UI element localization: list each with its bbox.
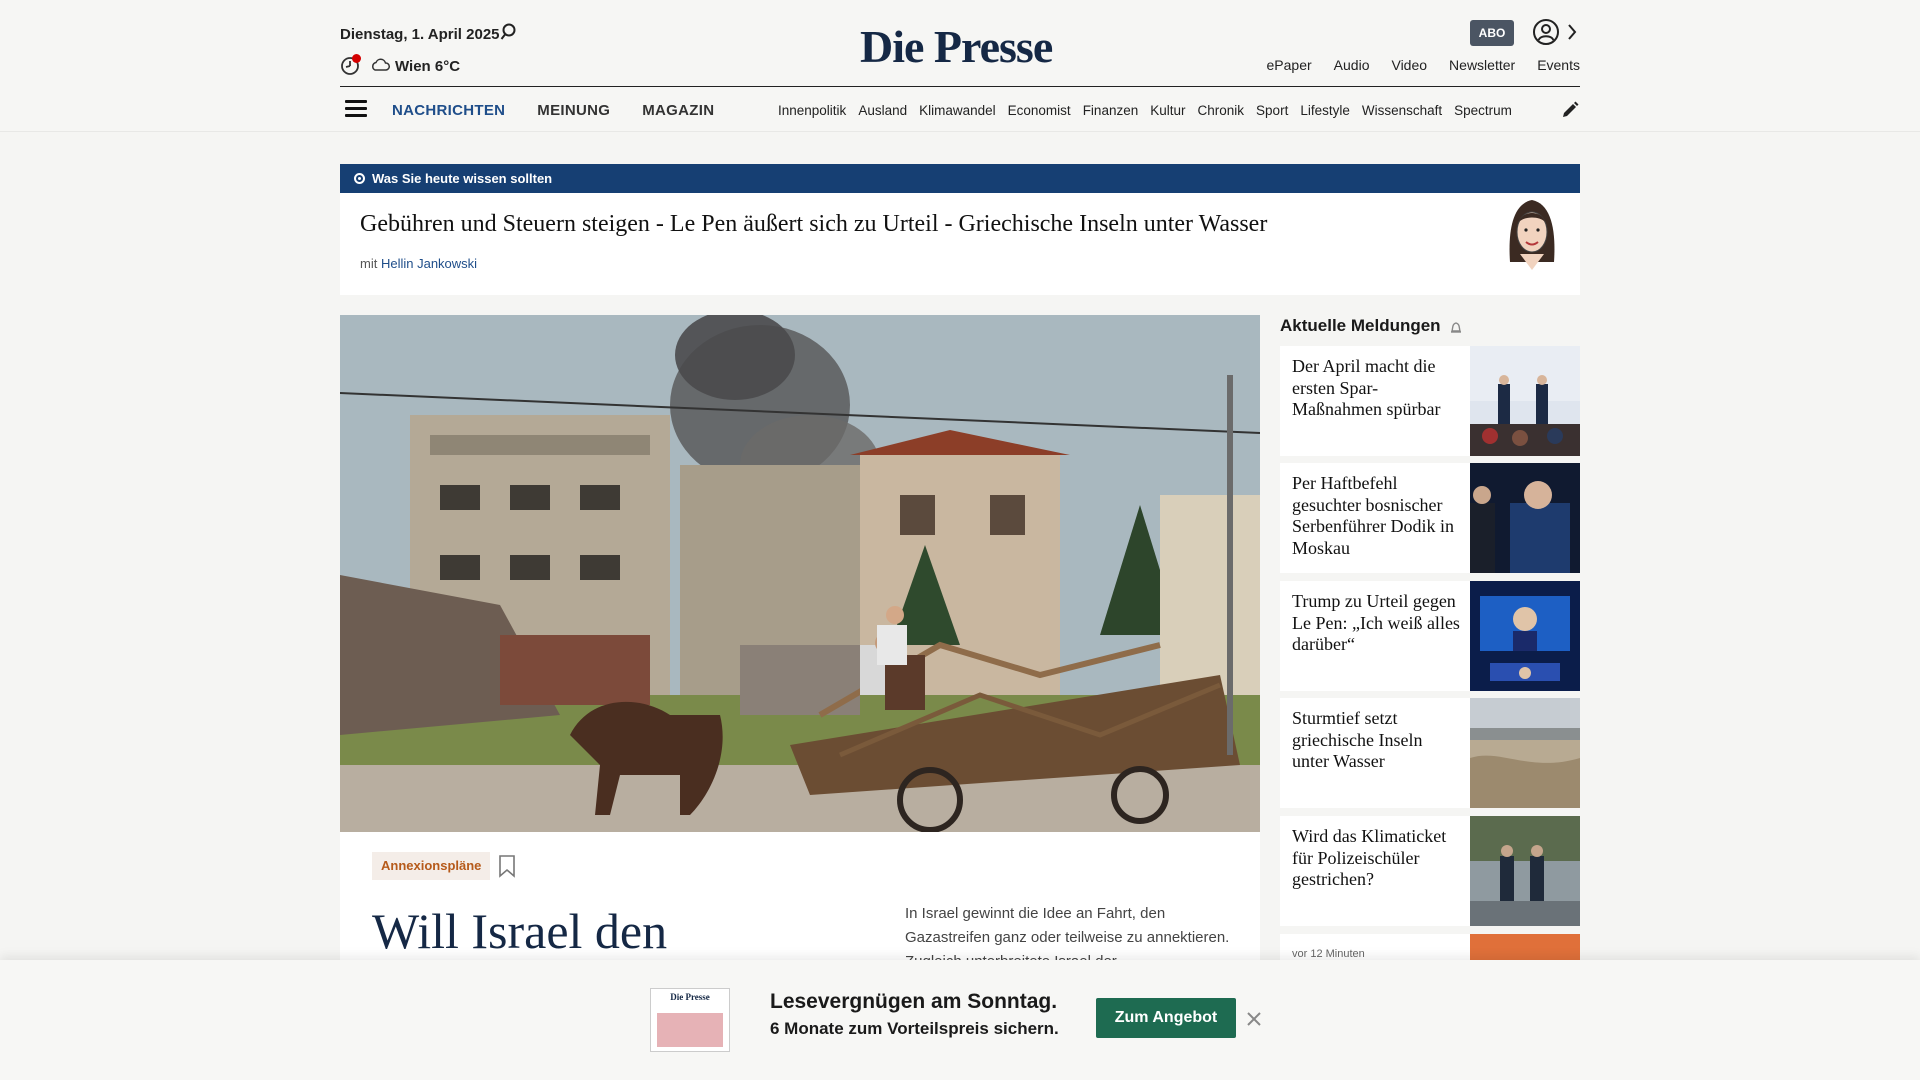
section-klimawandel[interactable]: Klimawandel <box>919 103 996 118</box>
header-inner: Dienstag, 1. April 2025 Wien 6°C Die Pre… <box>340 0 1580 132</box>
site-header: Dienstag, 1. April 2025 Wien 6°C Die Pre… <box>0 0 1920 132</box>
nav-meinung[interactable]: MEINUNG <box>537 102 610 119</box>
abo-button[interactable]: ABO <box>1470 20 1514 46</box>
header-divider <box>340 86 1580 87</box>
section-sport[interactable]: Sport <box>1256 103 1288 118</box>
news-card-title[interactable]: Per Haftbefehl gesuchter bosnischer Serb… <box>1292 473 1462 559</box>
offer-button[interactable]: Zum Angebot <box>1096 998 1236 1038</box>
news-timestamp: vor 12 Minuten <box>1292 948 1365 960</box>
search-icon[interactable] <box>500 22 520 42</box>
hero-photo <box>340 315 1260 832</box>
nav-nachrichten[interactable]: NACHRICHTEN <box>392 102 505 119</box>
article-tag[interactable]: Annexionspläne <box>372 852 491 880</box>
current-date: Dienstag, 1. April 2025 <box>340 26 500 43</box>
cover-image <box>657 1013 723 1047</box>
briefing-author: mit Hellin Jankowski <box>360 256 477 271</box>
chevron-right-icon[interactable] <box>1566 22 1578 42</box>
news-card[interactable]: Der April macht die ersten Spar-Maßnahme… <box>1280 346 1580 456</box>
hero-image[interactable] <box>340 315 1260 832</box>
section-kultur[interactable]: Kultur <box>1150 103 1185 118</box>
news-card-title[interactable]: Sturmtief setzt griechische Inseln unter… <box>1292 708 1462 773</box>
pencil-icon[interactable] <box>1560 100 1580 120</box>
author-prefix: mit <box>360 256 378 271</box>
cloud-icon <box>372 58 390 71</box>
epaper-cover-thumbnail: Die Presse <box>650 988 730 1052</box>
news-card[interactable]: Per Haftbefehl gesuchter bosnischer Serb… <box>1280 463 1580 573</box>
nav-magazin[interactable]: MAGAZIN <box>642 102 714 119</box>
section-economist[interactable]: Economist <box>1008 103 1071 118</box>
section-chronik[interactable]: Chronik <box>1198 103 1245 118</box>
news-thumbnail <box>1470 463 1580 573</box>
bookmark-icon[interactable] <box>498 854 516 878</box>
section-lifestyle[interactable]: Lifestyle <box>1300 103 1350 118</box>
bell-icon[interactable] <box>1448 320 1464 336</box>
hamburger-menu-icon[interactable] <box>345 100 367 118</box>
close-icon[interactable] <box>1245 1010 1263 1028</box>
briefing-bar: Was Sie heute wissen sollten <box>340 164 1580 193</box>
top-links: ePaper Audio Video Newsletter Events <box>1267 57 1580 73</box>
section-wissenschaft[interactable]: Wissenschaft <box>1362 103 1442 118</box>
briefing-label: Was Sie heute wissen sollten <box>372 171 553 186</box>
section-nav: Innenpolitik Ausland Klimawandel Economi… <box>778 103 1548 118</box>
live-dot-icon <box>354 173 365 184</box>
author-portrait-illustration <box>1509 200 1555 270</box>
section-finanzen[interactable]: Finanzen <box>1083 103 1139 118</box>
news-card-title[interactable]: Wird das Klimaticket für Polizeischüler … <box>1292 826 1462 891</box>
article-title[interactable]: Will Israel den <box>372 902 667 960</box>
banner-subline: 6 Monate zum Vorteilspreis sichern. <box>770 1019 1059 1038</box>
top-link-audio[interactable]: Audio <box>1334 57 1370 73</box>
section-spectrum[interactable]: Spectrum <box>1454 103 1512 118</box>
news-card[interactable]: Wird das Klimaticket für Polizeischüler … <box>1280 816 1580 926</box>
briefing-headline[interactable]: Gebühren und Steuern steigen - Le Pen äu… <box>360 211 1267 238</box>
top-link-epaper[interactable]: ePaper <box>1267 57 1312 73</box>
top-link-video[interactable]: Video <box>1391 57 1427 73</box>
lead-article[interactable]: Annexionspläne Will Israel den In Israel… <box>340 832 1260 970</box>
user-account-icon[interactable] <box>1532 18 1560 46</box>
top-link-newsletter[interactable]: Newsletter <box>1449 57 1515 73</box>
news-thumbnail <box>1470 581 1580 691</box>
weather-info[interactable]: Wien 6°C <box>395 58 460 75</box>
news-thumbnail <box>1470 816 1580 926</box>
sidebar-title: Aktuelle Meldungen <box>1280 316 1441 335</box>
news-card-title[interactable]: Trump zu Urteil gegen Le Pen: „Ich weiß … <box>1292 591 1462 656</box>
banner-headline: Lesevergnügen am Sonntag. <box>770 990 1058 1013</box>
main-nav: NACHRICHTEN MEINUNG MAGAZIN <box>392 102 714 119</box>
news-card[interactable]: Trump zu Urteil gegen Le Pen: „Ich weiß … <box>1280 581 1580 691</box>
notification-dot <box>352 54 361 63</box>
section-innenpolitik[interactable]: Innenpolitik <box>778 103 846 118</box>
subscription-banner: Die Presse Lesevergnügen am Sonntag. 6 M… <box>0 960 1920 1080</box>
news-card[interactable]: Sturmtief setzt griechische Inseln unter… <box>1280 698 1580 808</box>
news-card-title[interactable]: Der April macht die ersten Spar-Maßnahme… <box>1292 356 1462 421</box>
daily-briefing[interactable]: Was Sie heute wissen sollten Gebühren un… <box>340 164 1580 295</box>
news-thumbnail <box>1470 698 1580 808</box>
section-ausland[interactable]: Ausland <box>858 103 907 118</box>
top-link-events[interactable]: Events <box>1537 57 1580 73</box>
news-thumbnail <box>1470 346 1580 456</box>
cover-logo: Die Presse <box>670 992 710 1002</box>
site-logo[interactable]: Die Presse <box>860 20 1070 73</box>
author-name[interactable]: Hellin Jankowski <box>381 256 477 271</box>
